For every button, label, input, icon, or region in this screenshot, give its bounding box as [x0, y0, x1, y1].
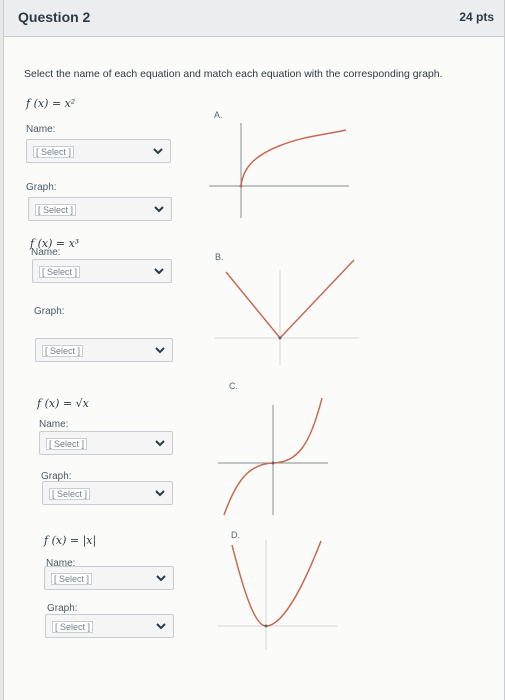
- graph-select-3[interactable]: [ Select ]: [42, 481, 173, 505]
- graph-c-origin-point: [271, 461, 275, 465]
- graph-select-4[interactable]: [ Select ]: [45, 614, 174, 638]
- name-select-2[interactable]: [ Select ]: [32, 259, 172, 283]
- question-title: Question 2: [18, 9, 91, 25]
- chevron-down-icon: [155, 347, 165, 354]
- graph-a-square-root: [209, 123, 349, 218]
- graph-d-quadratic: [218, 540, 338, 650]
- chevron-down-icon: [153, 148, 163, 155]
- question-points: 24 pts: [459, 10, 494, 24]
- graph-select-4-value: [ Select ]: [52, 621, 94, 633]
- graph-c-cubic: [218, 397, 328, 516]
- chevron-down-icon: [154, 268, 164, 275]
- graph-d-curve: [231, 540, 322, 627]
- graph-label-4: Graph:: [47, 603, 78, 614]
- name-select-1[interactable]: [ Select ]: [26, 139, 171, 163]
- graph-d-vertex-point: [264, 624, 268, 628]
- graph-a-curve: [240, 129, 347, 187]
- question-card: Question 2 24 pts Select the name of eac…: [3, 0, 505, 700]
- graph-b-curve: [225, 259, 355, 340]
- graph-select-2[interactable]: [ Select ]: [35, 338, 173, 362]
- graph-select-2-value: [ Select ]: [42, 345, 84, 357]
- name-label-1: Name:: [26, 124, 56, 135]
- equation-1: f (x) = x²: [26, 97, 76, 110]
- graph-select-3-value: [ Select ]: [49, 488, 91, 500]
- graph-b-vertex-point: [278, 336, 282, 340]
- graph-select-1[interactable]: [ Select ]: [28, 197, 172, 221]
- chevron-down-icon: [154, 206, 164, 213]
- name-select-1-value: [ Select ]: [33, 146, 75, 158]
- name-select-3[interactable]: [ Select ]: [39, 431, 173, 455]
- graph-label-2: Graph:: [34, 306, 65, 317]
- chevron-down-icon: [155, 490, 165, 497]
- graph-a-origin-point: [239, 184, 243, 188]
- question-instructions: Select the name of each equation and mat…: [24, 68, 443, 80]
- equation-3: f (x) = √x: [37, 397, 89, 410]
- name-select-4-value: [ Select ]: [51, 573, 93, 585]
- name-label-2: Name:: [31, 247, 61, 258]
- graph-select-1-value: [ Select ]: [35, 204, 77, 216]
- chevron-down-icon: [155, 440, 165, 447]
- name-select-2-value: [ Select ]: [39, 266, 81, 278]
- name-select-3-value: [ Select ]: [46, 438, 88, 450]
- graph-b-absolute-value: [214, 259, 359, 365]
- chevron-down-icon: [156, 575, 166, 582]
- graph-label-1: Graph:: [26, 182, 57, 193]
- name-label-3: Name:: [39, 419, 69, 430]
- name-select-4[interactable]: [ Select ]: [44, 566, 174, 590]
- equation-4: f (x) = |x|: [44, 534, 97, 547]
- question-header: Question 2 24 pts: [4, 0, 504, 37]
- chevron-down-icon: [156, 623, 166, 630]
